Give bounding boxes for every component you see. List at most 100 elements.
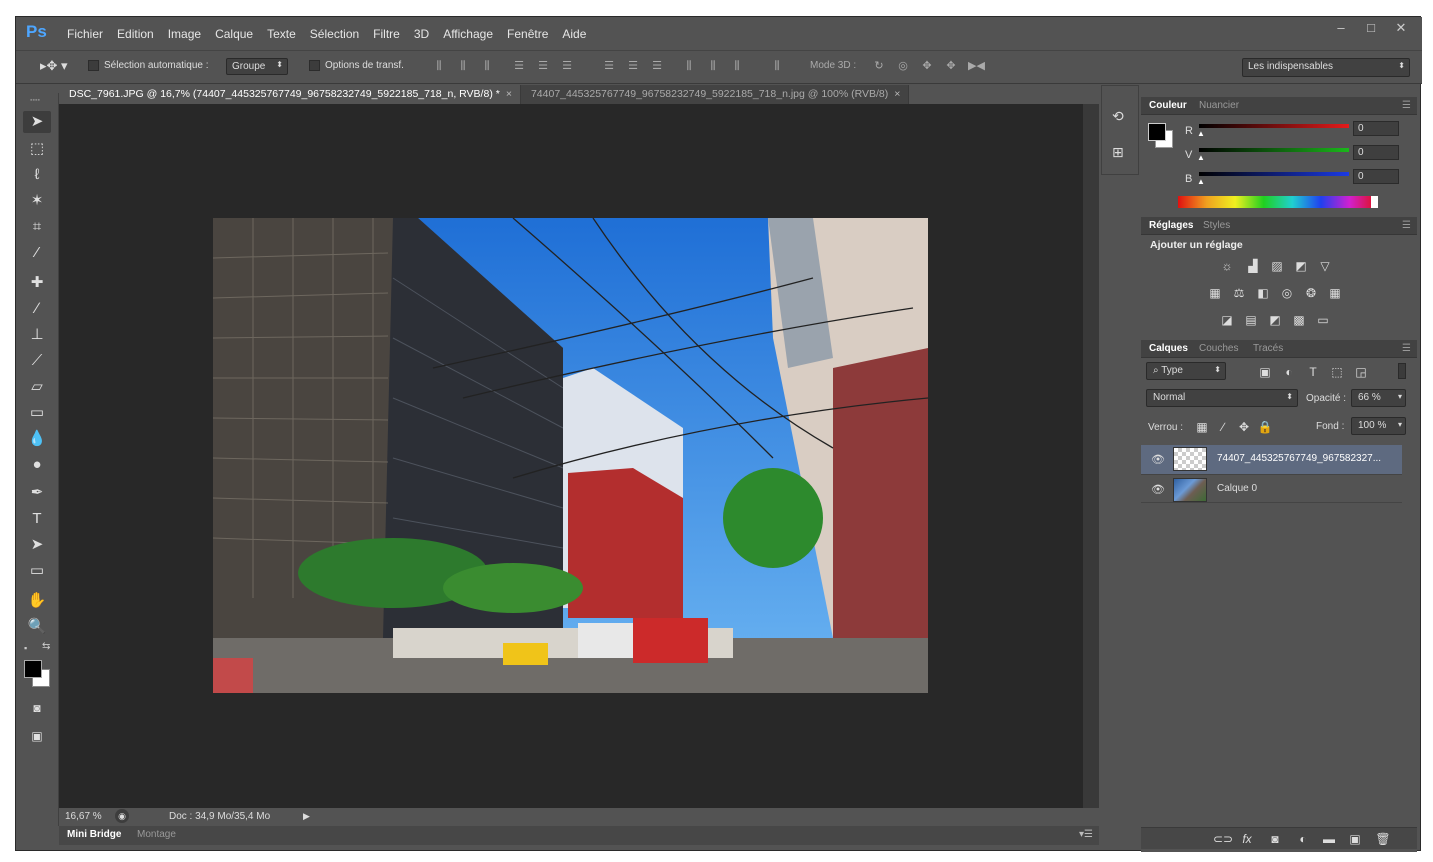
hand-tool-icon[interactable]: ✋	[23, 590, 51, 612]
slider-thumb-icon[interactable]: ▲	[1197, 129, 1205, 138]
auto-align-icon[interactable]: ⫼	[770, 60, 784, 73]
channel-r-input[interactable]: 0	[1353, 121, 1399, 136]
slider-thumb-icon[interactable]: ▲	[1197, 153, 1205, 162]
menu-fichier[interactable]: Fichier	[60, 27, 110, 41]
panel-menu-icon[interactable]: ☰	[1398, 220, 1415, 231]
quick-mask-icon[interactable]: ◙	[23, 697, 51, 719]
menu-affichage[interactable]: Affichage	[436, 27, 500, 41]
invert-icon[interactable]: ◪	[1219, 313, 1235, 327]
menu-selection[interactable]: Sélection	[303, 27, 366, 41]
tab-close-icon[interactable]: ×	[894, 88, 900, 100]
crop-tool-icon[interactable]: ⌗	[23, 216, 51, 238]
curves-icon[interactable]: ▨	[1269, 259, 1285, 273]
tab-mini-bridge[interactable]: Mini Bridge	[67, 829, 121, 840]
auto-select-dropdown[interactable]: Groupe ⬍	[226, 58, 288, 75]
layer-name[interactable]: 74407_445325767749_967582327...	[1217, 453, 1381, 464]
link-layers-icon[interactable]: ⊂⊃	[1213, 832, 1233, 846]
tab-nuancier[interactable]: Nuancier	[1195, 100, 1243, 111]
layer-row[interactable]: 👁 74407_445325767749_967582327...	[1141, 445, 1402, 474]
tab-calques[interactable]: Calques	[1145, 343, 1192, 354]
menu-calque[interactable]: Calque	[208, 27, 260, 41]
spectrum-white-swatch[interactable]	[1371, 196, 1378, 208]
eraser-tool-icon[interactable]: ▱	[23, 376, 51, 398]
3d-rotate-icon[interactable]: ↻	[872, 60, 886, 73]
align-right-icon[interactable]: ☰	[560, 60, 574, 73]
eye-icon[interactable]: 👁	[1151, 483, 1165, 496]
menu-filtre[interactable]: Filtre	[366, 27, 407, 41]
photo-filter-icon[interactable]: ◎	[1279, 286, 1295, 300]
eyedropper-tool-icon[interactable]: ⁄	[23, 242, 51, 264]
close-button[interactable]: ✕	[1386, 19, 1416, 39]
align-hcenter-icon[interactable]: ☰	[536, 60, 550, 73]
move-tool-preset-icon[interactable]: ▸✥ ▾	[40, 58, 68, 74]
tab-couleur[interactable]: Couleur	[1145, 100, 1191, 111]
layer-filter-dropdown[interactable]: ⌕ Type ⬍	[1146, 362, 1226, 380]
new-adjustment-icon[interactable]: ◐	[1295, 832, 1311, 846]
panel-menu-icon[interactable]: ☰	[1398, 343, 1415, 354]
dodge-tool-icon[interactable]: ●	[23, 454, 51, 476]
opacity-input[interactable]: 66 % ▾	[1351, 389, 1406, 407]
filter-smart-object-icon[interactable]: ◲	[1353, 365, 1369, 379]
add-mask-icon[interactable]: ◙	[1267, 832, 1283, 846]
menu-image[interactable]: Image	[161, 27, 208, 41]
color-balance-icon[interactable]: ⚖	[1231, 286, 1247, 300]
filter-pixel-icon[interactable]: ▣	[1257, 365, 1273, 379]
tab-document-2[interactable]: 74407_445325767749_96758232749_5922185_7…	[520, 85, 910, 104]
tab-reglages[interactable]: Réglages	[1145, 220, 1197, 231]
tab-traces[interactable]: Tracés	[1249, 343, 1287, 354]
tab-montage[interactable]: Montage	[137, 829, 176, 840]
delete-layer-icon[interactable]: 🗑	[1375, 832, 1391, 846]
selective-color-icon[interactable]: ▩	[1291, 313, 1307, 327]
panel-menu-icon[interactable]: ▾☰	[1079, 829, 1093, 840]
filter-toggle[interactable]	[1398, 363, 1406, 379]
hue-saturation-icon[interactable]: ▦	[1207, 286, 1223, 300]
fill-input[interactable]: 100 % ▾	[1351, 417, 1406, 435]
menu-fenetre[interactable]: Fenêtre	[500, 27, 555, 41]
document-image[interactable]	[213, 218, 928, 693]
align-top-icon[interactable]: ⫼	[432, 60, 446, 73]
3d-slide-icon[interactable]: ✥	[944, 60, 958, 73]
color-foreground-swatch-top[interactable]	[1148, 123, 1166, 141]
pen-tool-icon[interactable]: ✒	[23, 482, 51, 504]
panel-menu-icon[interactable]: ☰	[1398, 100, 1415, 111]
status-info-icon[interactable]: ◉	[115, 809, 129, 823]
screen-mode-icon[interactable]: ▣	[23, 725, 51, 747]
menu-aide[interactable]: Aide	[555, 27, 593, 41]
properties-panel-icon[interactable]: ⊞	[1112, 144, 1124, 161]
zoom-tool-icon[interactable]: 🔍	[23, 616, 51, 638]
channel-v-input[interactable]: 0	[1353, 145, 1399, 160]
distribute-left-icon[interactable]: ⫼	[682, 60, 696, 73]
filter-type-icon[interactable]: T	[1305, 365, 1321, 379]
menu-3d[interactable]: 3D	[407, 27, 436, 41]
path-selection-tool-icon[interactable]: ➤	[23, 534, 51, 556]
lock-position-icon[interactable]: ✥	[1236, 420, 1252, 434]
blend-mode-dropdown[interactable]: Normal ⬍	[1146, 389, 1298, 407]
tab-styles[interactable]: Styles	[1199, 220, 1234, 231]
distribute-right-icon[interactable]: ⫼	[730, 60, 744, 73]
new-group-icon[interactable]: ▬	[1321, 832, 1337, 846]
healing-brush-tool-icon[interactable]: ✚	[23, 272, 51, 294]
layer-row[interactable]: 👁 Calque 0	[1141, 474, 1402, 503]
channel-b-slider[interactable]	[1199, 172, 1349, 176]
levels-icon[interactable]: ▟	[1245, 259, 1261, 273]
distribute-vcenter-icon[interactable]: ☰	[626, 60, 640, 73]
align-vcenter-icon[interactable]: ⫼	[456, 60, 470, 73]
auto-select-checkbox[interactable]: Sélection automatique :	[88, 60, 209, 71]
lasso-tool-icon[interactable]: ℓ	[23, 164, 51, 186]
clone-stamp-tool-icon[interactable]: ⊥	[23, 324, 51, 346]
tab-couches[interactable]: Couches	[1195, 343, 1242, 354]
brush-tool-icon[interactable]: ∕	[23, 298, 51, 320]
distribute-bottom-icon[interactable]: ☰	[650, 60, 664, 73]
maximize-button[interactable]: □	[1356, 19, 1386, 39]
history-panel-icon[interactable]: ⟲	[1112, 108, 1124, 125]
transform-options-checkbox[interactable]: Options de transf.	[309, 60, 404, 71]
minimize-button[interactable]: –	[1326, 19, 1356, 39]
brightness-icon[interactable]: ☼	[1219, 259, 1235, 273]
default-colors-icon[interactable]: ▪	[24, 643, 27, 653]
lock-transparent-icon[interactable]: ▦	[1194, 420, 1210, 434]
distribute-top-icon[interactable]: ☰	[602, 60, 616, 73]
exposure-icon[interactable]: ◩	[1293, 259, 1309, 273]
filter-shape-icon[interactable]: ⬚	[1329, 365, 1345, 379]
3d-pan-icon[interactable]: ✥	[920, 60, 934, 73]
channel-mixer-icon[interactable]: ❂	[1303, 286, 1319, 300]
